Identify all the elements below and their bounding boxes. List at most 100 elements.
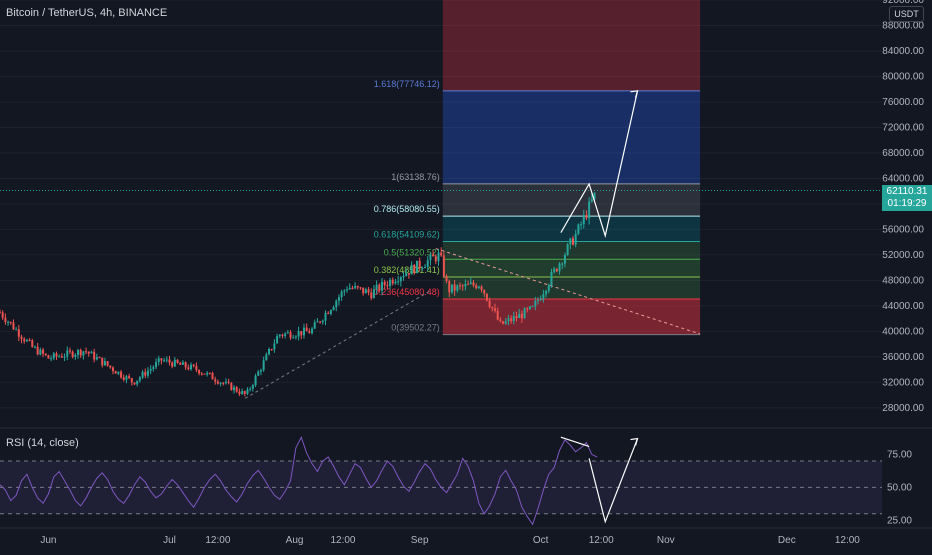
candle-body (539, 299, 542, 301)
candle-body (7, 321, 10, 323)
candle-body (214, 379, 217, 382)
candle-body (383, 281, 386, 286)
candle-body (445, 276, 448, 282)
candle-body (499, 319, 502, 322)
candle-body (442, 255, 445, 277)
candle-body (1, 312, 4, 318)
currency-label[interactable]: USDT (889, 6, 924, 22)
candle-body (421, 268, 424, 270)
candle-body (391, 279, 394, 284)
price-axis-label: 52000.00 (882, 250, 924, 261)
candle-body (356, 286, 359, 288)
candle-body (520, 313, 523, 319)
candle-body (502, 321, 505, 324)
candle-body (434, 256, 437, 262)
candle-body (12, 322, 15, 330)
fib-level-label: 1.618(77746.12) (374, 79, 440, 89)
candle-body (332, 307, 335, 311)
candle-body (216, 381, 219, 384)
chart-stage[interactable]: 1.618(77746.12) 1(63138.76) 0.786(58080.55… (0, 0, 932, 550)
candle-body (410, 265, 413, 275)
candle-body (515, 316, 518, 319)
candle-body (364, 289, 367, 294)
candle-body (141, 371, 144, 378)
candle-body (472, 282, 475, 286)
price-axis-label: 84000.00 (882, 46, 924, 57)
candle-body (512, 316, 515, 322)
candle-body (146, 370, 149, 376)
candle-body (171, 362, 174, 367)
candle-body (531, 306, 534, 308)
candle-body (224, 381, 227, 384)
candle-body (98, 357, 101, 359)
candle-body (580, 224, 583, 226)
candle-body (111, 367, 114, 372)
candle-body (36, 346, 39, 355)
candle-body (235, 387, 238, 392)
candle-body (203, 373, 206, 375)
candle-body (394, 281, 397, 284)
candle-body (63, 356, 66, 358)
candle-body (367, 289, 370, 293)
candle-body (101, 357, 104, 366)
candle-body (20, 336, 23, 339)
candle-body (93, 351, 96, 360)
candle-body (233, 387, 236, 391)
candle-body (52, 353, 55, 359)
candle-body (206, 372, 209, 375)
candle-body (413, 265, 416, 274)
candle-body (246, 389, 249, 394)
candle-body (138, 377, 141, 381)
candle-body (276, 336, 279, 344)
candle-body (380, 281, 383, 291)
time-axis-label: 12:00 (589, 535, 614, 546)
candle-body (251, 385, 254, 389)
candle-body (74, 354, 77, 357)
candle-body (561, 263, 564, 265)
candle-body (66, 350, 69, 357)
candle-body (504, 321, 507, 324)
candle-body (103, 361, 106, 366)
candle-body (302, 327, 305, 336)
candle-body (133, 382, 136, 385)
candle-body (243, 391, 246, 394)
candle-body (432, 254, 435, 257)
candle-body (114, 371, 117, 374)
candle-body (354, 286, 357, 289)
price-axis-label: 72000.00 (882, 122, 924, 133)
candle-body (558, 263, 561, 272)
countdown: 01:19:29 (887, 198, 927, 209)
candle-body (399, 277, 402, 282)
candle-body (378, 284, 381, 291)
candle-body (106, 361, 109, 366)
candle-body (545, 290, 548, 295)
candle-body (58, 356, 61, 358)
candle-body (286, 332, 289, 334)
candle-body (195, 366, 198, 370)
candle-body (122, 377, 125, 380)
price-axis-label: 76000.00 (882, 97, 924, 108)
candle-body (50, 358, 53, 360)
candle-body (574, 233, 577, 245)
price-axis-label: 88000.00 (882, 20, 924, 31)
fib-level-label: 0.236(45080.48) (374, 287, 440, 297)
candle-body (518, 313, 521, 319)
candle-body (198, 369, 201, 374)
candle-body (44, 353, 47, 356)
candle-body (440, 252, 443, 256)
candle-body (82, 351, 85, 356)
fib-extension-zone (442, 0, 701, 91)
candle-body (450, 284, 453, 293)
price-axis-label: 80000.00 (882, 71, 924, 82)
candle-body (389, 279, 392, 287)
candle-body (125, 376, 128, 380)
candle-body (402, 276, 405, 278)
candle-body (372, 289, 375, 299)
candle-body (426, 260, 429, 267)
candle-body (294, 336, 297, 338)
candle-body (477, 286, 480, 289)
candle-body (165, 359, 168, 361)
candle-body (456, 285, 459, 291)
chart-canvas[interactable]: 1.618(77746.12) 1(63138.76) 0.786(58080.55… (0, 0, 932, 550)
fib-level-label: 0.786(58080.55) (374, 204, 440, 214)
